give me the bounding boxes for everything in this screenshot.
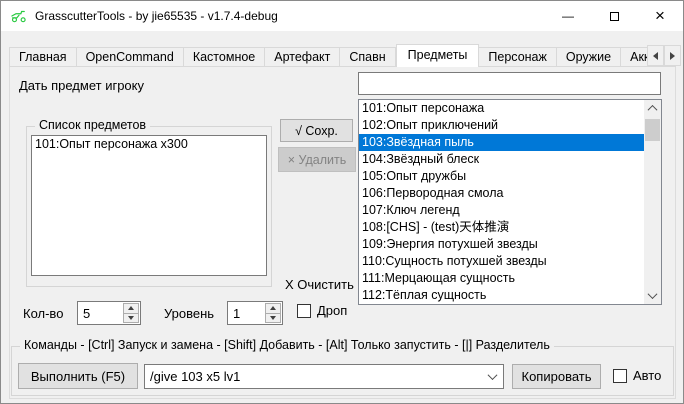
combobox-dropdown-button[interactable] bbox=[482, 365, 503, 388]
close-button[interactable]: × bbox=[637, 1, 683, 31]
level-input[interactable] bbox=[228, 302, 264, 324]
spin-up-icon bbox=[128, 306, 134, 310]
chevron-up-icon bbox=[648, 105, 658, 115]
count-down-button[interactable] bbox=[123, 314, 139, 324]
list-item[interactable]: 101:Опыт персонажа bbox=[359, 100, 644, 117]
tab-character[interactable]: Персонаж bbox=[479, 47, 556, 67]
tab-custom[interactable]: Кастомное bbox=[184, 47, 265, 67]
checkbox-box-icon[interactable] bbox=[613, 369, 627, 383]
maximize-button[interactable] bbox=[591, 1, 637, 31]
right-arrow-icon bbox=[670, 52, 675, 60]
maximize-icon bbox=[610, 12, 619, 21]
count-label: Кол-во bbox=[23, 306, 63, 321]
tab-scroll-left-button[interactable] bbox=[647, 45, 664, 66]
list-item[interactable]: 111:Мерцающая сущность bbox=[359, 270, 644, 287]
list-item[interactable]: 106:Первородная смола bbox=[359, 185, 644, 202]
command-input[interactable] bbox=[145, 365, 481, 388]
drop-checkbox-label: Дроп bbox=[317, 303, 347, 318]
list-item[interactable]: 110:Сущность потухшей звезды bbox=[359, 253, 644, 270]
spin-down-icon bbox=[270, 316, 276, 320]
tab-strip-divider bbox=[9, 66, 676, 67]
minimize-button[interactable]: — bbox=[545, 1, 591, 31]
list-item[interactable]: 109:Энергия потухшей звезды bbox=[359, 236, 644, 253]
count-input[interactable] bbox=[78, 302, 122, 324]
minimize-icon: — bbox=[562, 9, 574, 23]
auto-checkbox-label: Авто bbox=[633, 368, 661, 383]
tab-main[interactable]: Главная bbox=[9, 47, 77, 67]
tab-artifact[interactable]: Артефакт bbox=[265, 47, 340, 67]
clear-button[interactable]: X Очистить bbox=[285, 277, 354, 292]
tab-scroll-right-button[interactable] bbox=[664, 45, 681, 66]
window-title: GrasscutterTools - by jie65535 - v1.7.4-… bbox=[35, 9, 278, 23]
count-spin-buttons bbox=[123, 303, 139, 323]
close-icon: × bbox=[655, 6, 665, 26]
commands-groupbox: Команды - [Ctrl] Запуск и замена - [Shif… bbox=[11, 346, 674, 396]
save-button[interactable]: √ Сохр. bbox=[280, 119, 353, 142]
app-window: GrasscutterTools - by jie65535 - v1.7.4-… bbox=[0, 0, 684, 404]
command-combobox[interactable] bbox=[144, 364, 504, 389]
chevron-down-icon bbox=[488, 370, 498, 380]
item-list[interactable]: 101:Опыт персонажа 102:Опыт приключений … bbox=[358, 99, 662, 305]
list-item[interactable]: 108:[CHS] - (test)天体推演 bbox=[359, 219, 644, 236]
tab-scroll-buttons bbox=[647, 45, 681, 66]
titlebar: GrasscutterTools - by jie65535 - v1.7.4-… bbox=[1, 1, 683, 31]
saved-items-groupbox: Список предметов 101:Опыт персонажа x300 bbox=[26, 126, 272, 287]
tab-weapon[interactable]: Оружие bbox=[557, 47, 621, 67]
list-item[interactable]: 112:Тёплая сущность bbox=[359, 287, 644, 304]
item-search-input[interactable] bbox=[358, 72, 661, 95]
saved-items-group-title: Список предметов bbox=[35, 118, 150, 132]
run-button[interactable]: Выполнить (F5) bbox=[18, 363, 138, 389]
level-down-button[interactable] bbox=[265, 314, 281, 324]
level-spin-buttons bbox=[265, 303, 281, 323]
count-up-button[interactable] bbox=[123, 303, 139, 314]
drop-checkbox[interactable]: Дроп bbox=[297, 303, 347, 318]
commands-group-title: Команды - [Ctrl] Запуск и замена - [Shif… bbox=[20, 338, 554, 352]
left-arrow-icon bbox=[653, 52, 658, 60]
count-stepper[interactable] bbox=[77, 301, 141, 325]
scroll-up-button[interactable] bbox=[644, 100, 661, 117]
list-item[interactable]: 107:Ключ легенд bbox=[359, 202, 644, 219]
level-up-button[interactable] bbox=[265, 303, 281, 314]
list-item[interactable]: 105:Опыт дружбы bbox=[359, 168, 644, 185]
scroll-down-button[interactable] bbox=[644, 287, 661, 304]
tab-strip: Главная OpenCommand Кастомное Артефакт С… bbox=[9, 44, 653, 67]
list-scrollbar[interactable] bbox=[644, 100, 661, 304]
tab-opencommand[interactable]: OpenCommand bbox=[77, 47, 184, 67]
list-item-selected[interactable]: 103:Звёздная пыль bbox=[359, 134, 644, 151]
level-stepper[interactable] bbox=[227, 301, 283, 325]
scrollbar-thumb[interactable] bbox=[645, 119, 660, 141]
tab-items[interactable]: Предметы bbox=[396, 44, 480, 67]
saved-items-list[interactable]: 101:Опыт персонажа x300 bbox=[31, 135, 267, 276]
tab-spawn[interactable]: Спавн bbox=[340, 47, 395, 67]
list-item[interactable]: 102:Опыт приключений bbox=[359, 117, 644, 134]
delete-button: × Удалить bbox=[278, 147, 356, 172]
level-label: Уровень bbox=[164, 306, 214, 321]
app-scooter-icon bbox=[10, 8, 28, 24]
chevron-down-icon bbox=[648, 289, 658, 299]
spin-down-icon bbox=[128, 316, 134, 320]
copy-button[interactable]: Копировать bbox=[512, 364, 601, 389]
auto-checkbox[interactable]: Авто bbox=[613, 368, 661, 383]
checkbox-box-icon[interactable] bbox=[297, 304, 311, 318]
give-item-label: Дать предмет игроку bbox=[19, 78, 144, 93]
list-item[interactable]: 104:Звёздный блеск bbox=[359, 151, 644, 168]
saved-list-item[interactable]: 101:Опыт персонажа x300 bbox=[32, 136, 266, 153]
spin-up-icon bbox=[270, 306, 276, 310]
window-controls: — × bbox=[545, 1, 683, 31]
